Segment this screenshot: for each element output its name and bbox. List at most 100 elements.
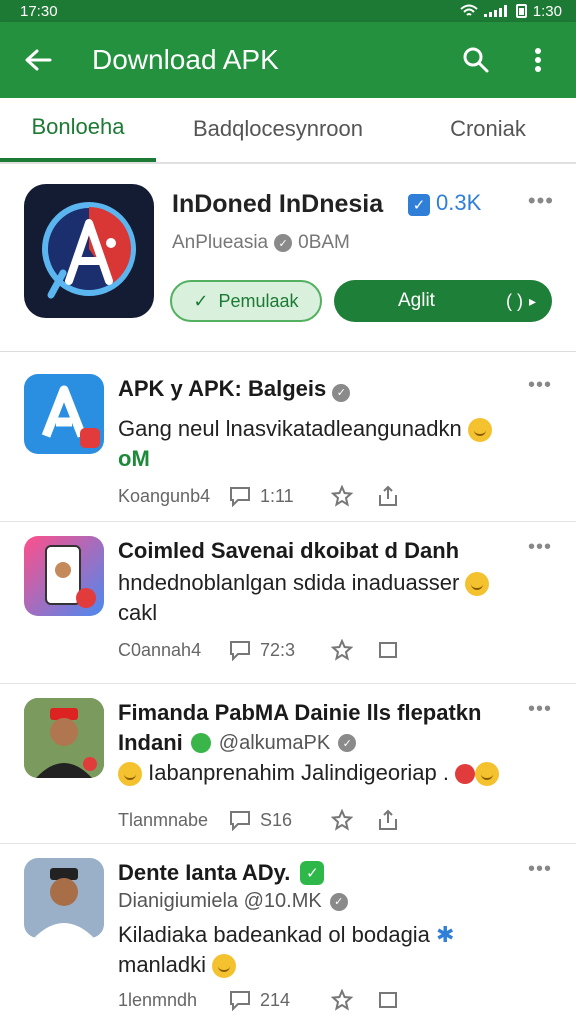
verified-check-icon: ✓ [408,194,430,216]
post-subtitle: Dianigiumiela @10.MK ✓ [118,890,348,913]
post-actions: Tlanmnabe S16 [118,808,496,832]
page-title: Download APK [92,44,279,75]
post-body-text: Iabanprenahim Jalindigeoriap . [148,760,449,785]
post-avatar [24,698,104,778]
battery-icon [515,4,527,18]
post-tag[interactable]: oM [118,446,150,471]
apk-logo-icon [42,202,136,299]
post-handle[interactable]: @alkumaPK [219,732,330,755]
overflow-menu-icon [535,48,541,72]
post-actions: Koangunb4 1:11 [118,484,496,508]
red-emoji-icon [455,764,476,785]
more-options-icon[interactable]: ••• [528,374,552,397]
download-label: Aglit [398,290,435,311]
comment-icon[interactable] [228,808,252,832]
app-a-logo-icon [41,385,100,448]
person-photo-icon [24,858,104,938]
post-title: Coimled Savenai dkoibat d Danh [118,538,460,563]
more-options-icon[interactable]: ••• [528,188,554,214]
post-author: Tlanmnabe [118,809,209,830]
star-icon[interactable] [330,638,354,662]
signal-icon [483,5,507,17]
featured-author: AnPlueasia [172,232,269,253]
share-icon[interactable] [376,638,400,662]
post-body-text-2: manladki [118,952,207,977]
comment-count: 72:3 [260,639,296,660]
more-options-icon[interactable]: ••• [528,698,552,721]
post-body-text: Kiladiaka badeankad ol bodagia [118,922,430,947]
post-item[interactable]: Dente Ianta ADy. ✓ ••• Dianigiumiela @10… [0,844,576,1019]
arrow-right-icon: ▸ [528,292,536,309]
post-title-text-2: Indani [118,730,183,755]
post-item[interactable]: Coimled Savenai dkoibat d Danh ••• hnded… [0,522,576,684]
post-title-text: APK y APK: Balgeis [118,376,327,401]
post-author: C0annah4 [118,639,202,660]
tab-1[interactable]: Bonloeha [0,96,156,162]
share-icon[interactable] [376,484,400,508]
app-bar: Download APK [0,22,576,98]
check-icon: ✓ [193,290,209,311]
post-title: Dente Ianta ADy. ✓ [118,860,325,886]
share-icon[interactable] [376,988,400,1012]
featured-app-name: InDoned InDnesia [172,190,384,218]
download-extra: ( ) [505,290,523,311]
post-avatar [24,536,104,616]
post-body: Iabanprenahim Jalindigeoriap . [118,758,536,788]
verified-icon: ✓ [338,734,357,752]
comment-count: 214 [260,989,291,1010]
phone-app-icon [45,545,96,608]
post-author: 1lenmndh [118,989,198,1010]
more-options-icon[interactable]: ••• [528,536,552,559]
comment-icon[interactable] [228,988,252,1012]
post-body-text: hndednoblanlgan sdida inaduasser [118,570,460,595]
star-icon[interactable] [330,484,354,508]
primary-action-button[interactable]: ✓ Pemulaak [170,280,322,322]
post-title-text: Dente Ianta ADy. [118,860,291,885]
status-bar: 17:30 1:30 [0,0,576,22]
post-item[interactable]: APK y APK: Balgeis ✓ ••• Gang neul lnasv… [0,352,576,522]
post-actions: 1lenmndh 214 [118,988,496,1012]
smile-emoji-icon [467,418,492,443]
post-avatar [24,374,104,454]
post-title-line2: Indani @alkumaPK ✓ [118,730,357,756]
smile-emoji-icon [465,572,490,597]
share-icon[interactable] [376,808,400,832]
tab-3[interactable]: Croniak [400,96,576,162]
tab-bar: Bonloeha Badqlocesynroon Croniak [0,98,576,164]
tab-2[interactable]: Badqlocesynroon [156,96,400,162]
star-icon[interactable] [330,988,354,1012]
search-icon [463,47,489,73]
verified-icon: ✓ [332,383,351,402]
more-options-icon[interactable]: ••• [528,858,552,881]
app-logo[interactable] [24,184,154,318]
post-body-text-2: cakl [118,600,158,625]
comment-icon[interactable] [228,484,252,508]
overflow-menu-button[interactable] [518,40,558,80]
search-button[interactable] [456,40,496,80]
sparkle-icon: ✱ [436,922,455,947]
smile-emoji-icon [212,954,237,979]
wifi-icon [460,4,478,16]
laugh-emoji-icon [118,762,142,787]
comment-icon[interactable] [228,638,252,662]
post-body: Kiladiaka badeankad ol bodagia ✱ manladk… [118,920,536,980]
star-icon[interactable] [330,808,354,832]
verified-icon: ✓ [329,892,348,911]
post-title: Fimanda PabMA Dainie lls flepatkn [118,700,482,725]
featured-time: 0BAM [298,232,350,253]
status-icons: 1:30 [460,3,562,20]
comment-count: 1:11 [260,485,294,506]
back-button[interactable] [20,42,56,78]
post-actions: C0annah4 72:3 [118,638,496,662]
post-title: APK y APK: Balgeis ✓ [118,376,351,402]
green-badge-icon [190,733,211,753]
post-body: Gang neul lnasvikatadleangunadkn oM [118,414,536,474]
verified-icon: ✓ [274,234,293,252]
person-photo-icon [24,698,104,778]
post-avatar [24,858,104,938]
smile-emoji-icon [475,762,500,787]
post-author: Koangunb4 [118,485,211,506]
post-body-text: Gang neul lnasvikatadleangunadkn [118,416,462,441]
download-button[interactable]: Aglit ( ) ▸ [334,280,552,322]
post-item[interactable]: Fimanda PabMA Dainie lls flepatkn Indani… [0,684,576,844]
